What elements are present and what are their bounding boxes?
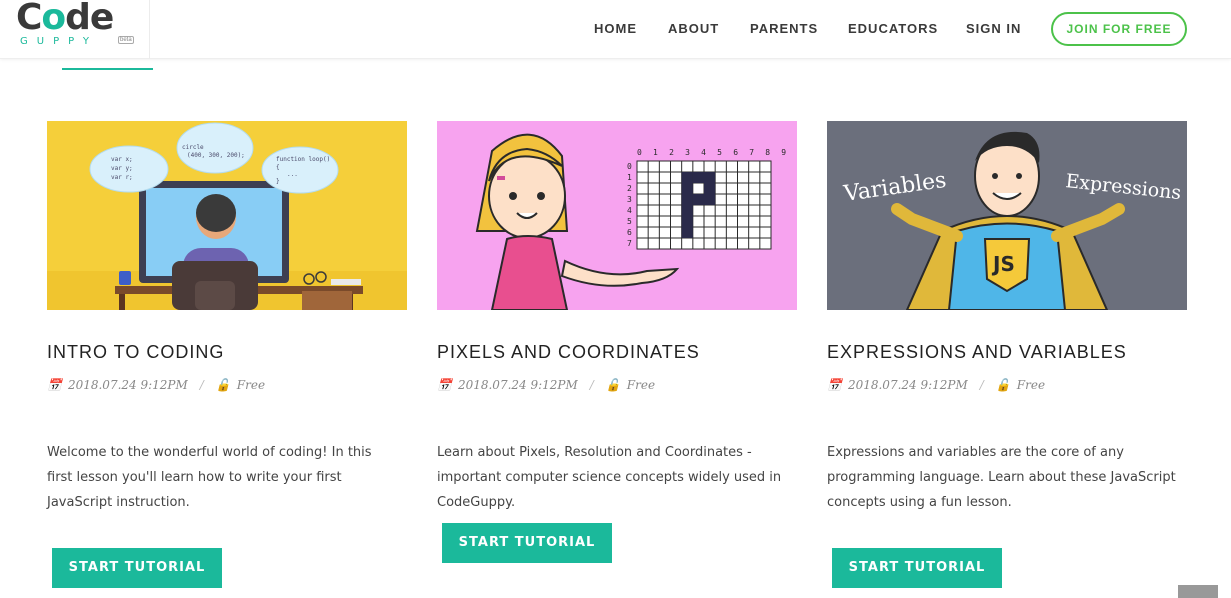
nav-home[interactable]: HOME xyxy=(594,21,637,36)
grid-row-label: 6 xyxy=(627,228,632,237)
bubble1-line1: var x; xyxy=(111,156,133,163)
logo-wordmark: Code xyxy=(16,0,114,38)
site-header: Code GUPPY beta HOME ABOUT PARENTS EDUCA… xyxy=(0,0,1231,59)
intro-to-coding-image[interactable]: var x; var y; var r; circle (400, 300, 2… xyxy=(47,121,407,310)
unlock-icon: 🔓 xyxy=(995,378,1011,392)
card-title-intro[interactable]: INTRO TO CODING xyxy=(47,342,224,363)
pixels-and-coordinates-image[interactable]: 0 1 2 3 4 5 6 7 8 9 10 11 0 1 2 3 4 5 6 7 xyxy=(437,121,797,310)
grid-row-label: 1 xyxy=(627,173,632,182)
bubble3-line1: function loop() xyxy=(276,156,330,163)
card-description-expressions: Expressions and variables are the core o… xyxy=(827,445,1176,510)
logo-subtitle: GUPPY xyxy=(20,36,99,47)
join-for-free-button[interactable]: JOIN FOR FREE xyxy=(1051,12,1187,46)
start-tutorial-button-intro[interactable]: START TUTORIAL xyxy=(52,548,222,588)
bubble3-line4: } xyxy=(276,178,280,185)
grid-filled-pixel xyxy=(681,205,693,216)
grid-filled-pixel xyxy=(681,183,693,194)
bubble2-line1: circle xyxy=(182,144,204,151)
grid-filled-pixel xyxy=(704,172,716,183)
grid-row-label: 0 xyxy=(627,162,632,171)
start-tutorial-button-pixels[interactable]: START TUTORIAL xyxy=(442,523,612,563)
grid-filled-pixel xyxy=(681,227,693,238)
js-badge-text: JS xyxy=(991,252,1015,276)
card-price: Free xyxy=(626,378,656,392)
card-meta-pixels: 📅 2018.07.24 9:12PM / 🔓 Free xyxy=(437,378,656,392)
bubble1-line2: var y; xyxy=(111,165,133,172)
grid-column-labels: 0 1 2 3 4 5 6 7 8 9 10 11 xyxy=(637,148,797,157)
logo[interactable]: Code GUPPY beta xyxy=(0,0,150,59)
card-price: Free xyxy=(1016,378,1046,392)
calendar-icon: 📅 xyxy=(47,378,62,392)
calendar-icon: 📅 xyxy=(827,378,842,392)
calendar-icon: 📅 xyxy=(437,378,452,392)
unlock-icon: 🔓 xyxy=(215,378,231,392)
card-date: 2018.07.24 9:12PM xyxy=(67,378,188,392)
card-meta-intro: 📅 2018.07.24 9:12PM / 🔓 Free xyxy=(47,378,266,392)
nav-about[interactable]: ABOUT xyxy=(668,21,719,36)
grid-filled-pixel xyxy=(681,194,693,205)
scroll-to-top-button[interactable] xyxy=(1178,585,1218,598)
grid-row-label: 3 xyxy=(627,195,632,204)
grid-filled-pixel xyxy=(692,194,704,205)
grid-filled-pixel xyxy=(704,183,716,194)
grid-filled-pixel xyxy=(681,172,693,183)
card-date: 2018.07.24 9:12PM xyxy=(457,378,578,392)
unlock-icon: 🔓 xyxy=(605,378,621,392)
nav-educators[interactable]: EDUCATORS xyxy=(848,21,938,36)
grid-filled-pixel xyxy=(681,216,693,227)
bubble3-line3: ... xyxy=(287,171,298,178)
card-meta-expressions: 📅 2018.07.24 9:12PM / 🔓 Free xyxy=(827,378,1046,392)
card-date: 2018.07.24 9:12PM xyxy=(847,378,968,392)
card-title-pixels[interactable]: PIXELS AND COORDINATES xyxy=(437,342,700,363)
grid-filled-pixel xyxy=(704,194,716,205)
card-description-pixels: Learn about Pixels, Resolution and Coord… xyxy=(437,445,782,510)
nav-sign-in[interactable]: SIGN IN xyxy=(966,21,1021,36)
grid-row-label: 4 xyxy=(627,206,632,215)
section-accent-line xyxy=(62,68,153,70)
bubble3-line2: { xyxy=(276,164,280,171)
bubble2-line2: (400, 300, 200); xyxy=(187,152,245,159)
start-tutorial-button-expressions[interactable]: START TUTORIAL xyxy=(832,548,1002,588)
card-title-expressions[interactable]: EXPRESSIONS AND VARIABLES xyxy=(827,342,1127,363)
card-description-intro: Welcome to the wonderful world of coding… xyxy=(47,445,372,510)
grid-filled-pixel xyxy=(692,172,704,183)
card-price: Free xyxy=(236,378,266,392)
bubble1-line3: var r; xyxy=(111,174,133,181)
grid-row-label: 7 xyxy=(627,239,632,248)
grid-row-label: 2 xyxy=(627,184,632,193)
expressions-and-variables-image[interactable]: JS Variables Expressions xyxy=(827,121,1187,310)
nav-parents[interactable]: PARENTS xyxy=(750,21,818,36)
grid-row-label: 5 xyxy=(627,217,632,226)
logo-beta-badge: beta xyxy=(118,36,134,44)
